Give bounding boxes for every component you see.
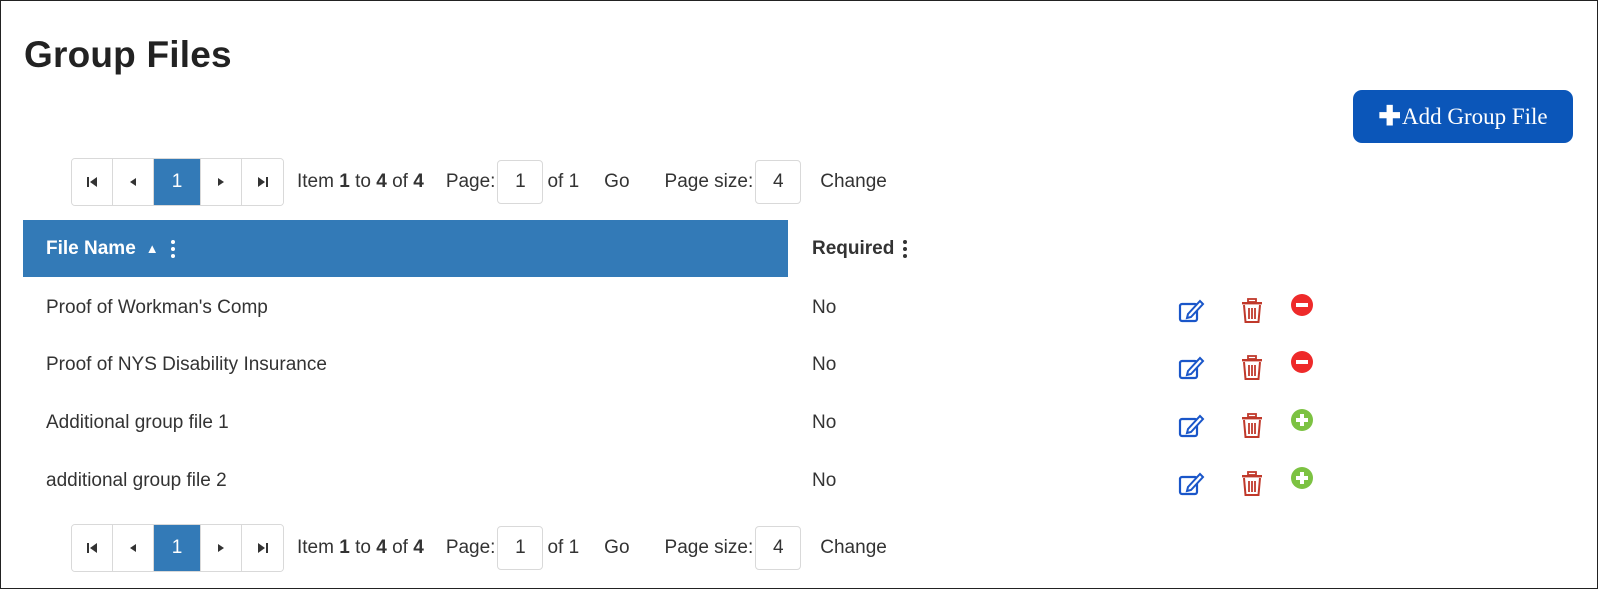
page-number-input[interactable]: 1: [497, 160, 544, 204]
page-number-button[interactable]: 1: [154, 525, 201, 571]
pager-buttons: 1: [71, 158, 284, 206]
add-group-file-button[interactable]: ✚ Add Group File: [1353, 90, 1573, 143]
last-page-icon: [257, 177, 268, 187]
first-page-icon: [87, 177, 97, 187]
previous-page-button[interactable]: [113, 525, 154, 571]
page-count: of 1: [547, 537, 580, 558]
item-range-info: Item 1 to 4 of 4: [297, 537, 424, 558]
edit-icon[interactable]: [1178, 297, 1206, 323]
edit-icon[interactable]: [1178, 470, 1206, 496]
plus-icon: ✚: [1378, 101, 1401, 131]
column-header-required[interactable]: Required: [812, 220, 908, 277]
add-circle-icon[interactable]: [1289, 408, 1317, 434]
edit-icon[interactable]: [1178, 412, 1206, 438]
pager-top: 1 Item 1 to 4 of 4 Page: 1 of 1 Go Page …: [71, 158, 887, 206]
file-name-cell: Additional group file 1: [46, 412, 229, 433]
page-size-input[interactable]: 4: [755, 526, 802, 570]
page-count: of 1: [547, 171, 580, 192]
first-page-button[interactable]: [72, 159, 113, 205]
last-page-button[interactable]: [242, 159, 283, 205]
go-button[interactable]: Go: [604, 171, 629, 193]
file-name-cell: additional group file 2: [46, 470, 227, 491]
first-page-icon: [87, 543, 97, 553]
table-row: additional group file 2 No: [23, 452, 1570, 510]
column-label-required: Required: [812, 237, 895, 259]
item-range-info: Item 1 to 4 of 4: [297, 171, 424, 192]
page-label: Page:: [445, 171, 496, 192]
column-label-file-name: File Name: [46, 237, 136, 259]
previous-page-icon: [130, 544, 136, 552]
page-label: Page:: [445, 537, 496, 558]
first-page-button[interactable]: [72, 525, 113, 571]
change-button[interactable]: Change: [820, 537, 887, 559]
next-page-icon: [218, 178, 224, 186]
page-number-button[interactable]: 1: [154, 159, 201, 205]
previous-page-button[interactable]: [113, 159, 154, 205]
required-cell: No: [812, 297, 837, 318]
last-page-icon: [257, 543, 268, 553]
file-name-cell: Proof of Workman's Comp: [46, 297, 268, 318]
trash-icon[interactable]: [1238, 354, 1266, 380]
edit-icon[interactable]: [1178, 354, 1206, 380]
go-button[interactable]: Go: [604, 537, 629, 559]
column-menu-icon[interactable]: [170, 239, 175, 258]
trash-icon[interactable]: [1238, 297, 1266, 323]
page-size-label: Page size:: [664, 171, 754, 192]
add-circle-icon[interactable]: [1289, 466, 1317, 492]
previous-page-icon: [130, 178, 136, 186]
page-size-label: Page size:: [664, 537, 754, 558]
pager-bottom: 1 Item 1 to 4 of 4 Page: 1 of 1 Go Page …: [71, 524, 887, 572]
table-row: Proof of Workman's Comp No: [23, 279, 1570, 337]
trash-icon[interactable]: [1238, 412, 1266, 438]
remove-circle-icon[interactable]: [1289, 350, 1317, 376]
page-title: Group Files: [24, 34, 232, 75]
column-menu-icon[interactable]: [903, 239, 908, 258]
table-header: File Name ▲ Required: [23, 220, 1570, 277]
column-header-file-name[interactable]: File Name ▲: [23, 220, 788, 277]
table-row: Proof of NYS Disability Insurance No: [23, 336, 1570, 394]
last-page-button[interactable]: [242, 525, 283, 571]
required-cell: No: [812, 412, 837, 433]
file-name-cell: Proof of NYS Disability Insurance: [46, 354, 327, 375]
required-cell: No: [812, 354, 837, 375]
next-page-button[interactable]: [201, 159, 242, 205]
next-page-button[interactable]: [201, 525, 242, 571]
required-cell: No: [812, 470, 837, 491]
remove-circle-icon[interactable]: [1289, 293, 1317, 319]
trash-icon[interactable]: [1238, 470, 1266, 496]
table-row: Additional group file 1 No: [23, 394, 1570, 452]
page-number-input[interactable]: 1: [497, 526, 544, 570]
next-page-icon: [218, 544, 224, 552]
add-group-file-label: Add Group File: [1401, 103, 1548, 129]
page-size-input[interactable]: 4: [755, 160, 802, 204]
sort-ascending-icon[interactable]: ▲: [146, 241, 159, 256]
change-button[interactable]: Change: [820, 171, 887, 193]
pager-buttons: 1: [71, 524, 284, 572]
